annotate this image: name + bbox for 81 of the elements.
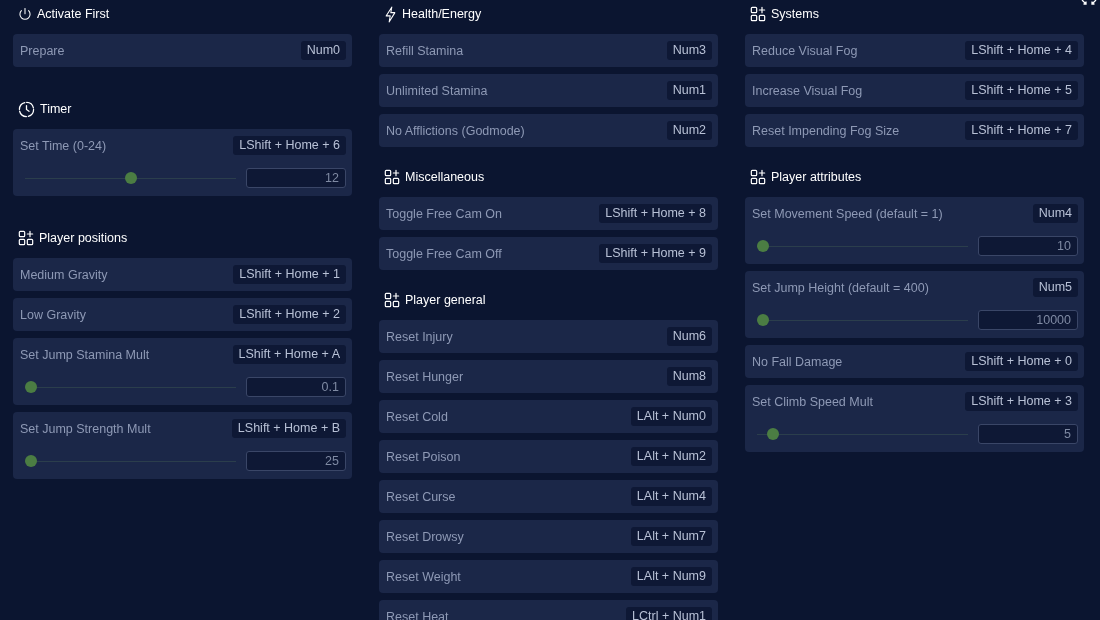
cheat-name: Set Jump Height (default = 400) (752, 280, 929, 295)
hotkey-label: Num4 (1032, 204, 1078, 223)
cheat-name: Set Movement Speed (default = 1) (752, 206, 943, 221)
section-title: Player attributes (771, 170, 862, 184)
cheat-name: Reset Injury (386, 329, 453, 344)
hotkey-label: LShift + Home + 7 (965, 121, 1078, 140)
cheat-name: Toggle Free Cam Off (386, 246, 502, 261)
slider-thumb[interactable] (766, 428, 779, 440)
value-input[interactable]: 5 (978, 424, 1078, 444)
hotkey-label: Num2 (666, 121, 712, 140)
section-title: Player general (405, 293, 486, 307)
cheat-name: Reset Weight (386, 569, 461, 584)
grid-plus-icon (384, 292, 400, 308)
slider-thumb[interactable] (25, 381, 37, 393)
hotkey-label: LShift + Home + B (231, 419, 346, 438)
hotkey-label: Num5 (1032, 278, 1078, 297)
hotkey-label: LShift + Home + A (232, 345, 346, 364)
value-input[interactable]: 25 (246, 451, 346, 471)
grid-plus-icon (18, 230, 34, 246)
cheat-name: Medium Gravity (20, 267, 108, 282)
hotkey-label: LCtrl + Num1 (626, 607, 712, 620)
value-input[interactable]: 10000 (978, 310, 1078, 330)
hotkey-label: Num6 (666, 327, 712, 346)
grid-plus-icon (750, 169, 766, 185)
section-title: Miscellaneous (405, 170, 485, 184)
hotkey-label: Num8 (666, 367, 712, 386)
slider-thumb[interactable] (757, 314, 769, 326)
lightning-icon (384, 5, 397, 23)
hotkey-label: Num0 (300, 41, 346, 60)
section-title: Player positions (39, 231, 128, 245)
cheat-name: Unlimited Stamina (386, 83, 488, 98)
hotkey-label: LAlt + Num0 (630, 407, 712, 426)
cheat-name: Toggle Free Cam On (386, 206, 503, 221)
value-input[interactable]: 12 (246, 168, 346, 188)
hotkey-label: LShift + Home + 4 (965, 41, 1078, 60)
cheat-name: No Fall Damage (752, 354, 843, 369)
slider-thumb[interactable] (124, 172, 137, 184)
hotkey-label: LShift + Home + 1 (233, 265, 346, 284)
arrows-icon[interactable] (1081, 0, 1097, 5)
cheat-name: Reset Curse (386, 489, 456, 504)
grid-plus-icon (384, 169, 400, 185)
hotkey-label: LShift + Home + 8 (599, 204, 712, 223)
cheat-name: Set Climb Speed Mult (752, 394, 873, 409)
section-title: Activate First (37, 7, 110, 21)
cheat-name: Refill Stamina (386, 43, 464, 58)
cheat-name: Set Time (0-24) (20, 138, 107, 153)
slider-thumb[interactable] (757, 240, 769, 252)
section-title: Systems (771, 7, 819, 21)
cheat-name: Reset Impending Fog Size (752, 123, 900, 138)
hotkey-label: LAlt + Num4 (630, 487, 712, 506)
hotkey-label: LShift + Home + 3 (965, 392, 1078, 411)
hotkey-label: LShift + Home + 6 (233, 136, 346, 155)
cheat-name: No Afflictions (Godmode) (386, 123, 525, 138)
cheat-name: Increase Visual Fog (752, 83, 863, 98)
section-title: Health/Energy (402, 7, 482, 21)
value-input[interactable]: 0.1 (246, 377, 346, 397)
cheat-name: Reduce Visual Fog (752, 43, 858, 58)
section-title: Timer (40, 102, 72, 116)
hotkey-label: Num3 (666, 41, 712, 60)
hotkey-label: LAlt + Num2 (630, 447, 712, 466)
cheat-name: Prepare (20, 43, 65, 58)
grid-plus-icon (750, 6, 766, 22)
value-input[interactable]: 10 (978, 236, 1078, 256)
cheat-name: Low Gravity (20, 307, 86, 322)
cheat-name: Reset Heat (386, 609, 449, 620)
hotkey-label: LShift + Home + 9 (599, 244, 712, 263)
hotkey-label: LAlt + Num7 (630, 527, 712, 546)
hotkey-label: LShift + Home + 0 (965, 352, 1078, 371)
power-icon (18, 7, 32, 21)
clock-icon (18, 100, 35, 118)
hotkey-label: LShift + Home + 5 (965, 81, 1078, 100)
cheat-name: Reset Poison (386, 449, 461, 464)
cheat-name: Reset Cold (386, 409, 448, 424)
cheat-name: Reset Hunger (386, 369, 464, 384)
slider-thumb[interactable] (25, 455, 37, 467)
hotkey-label: LShift + Home + 2 (233, 305, 346, 324)
cheat-name: Reset Drowsy (386, 529, 464, 544)
cheat-name: Set Jump Stamina Mult (20, 347, 150, 362)
hotkey-label: LAlt + Num9 (630, 567, 712, 586)
cheat-name: Set Jump Strength Mult (20, 421, 151, 436)
hotkey-label: Num1 (666, 81, 712, 100)
